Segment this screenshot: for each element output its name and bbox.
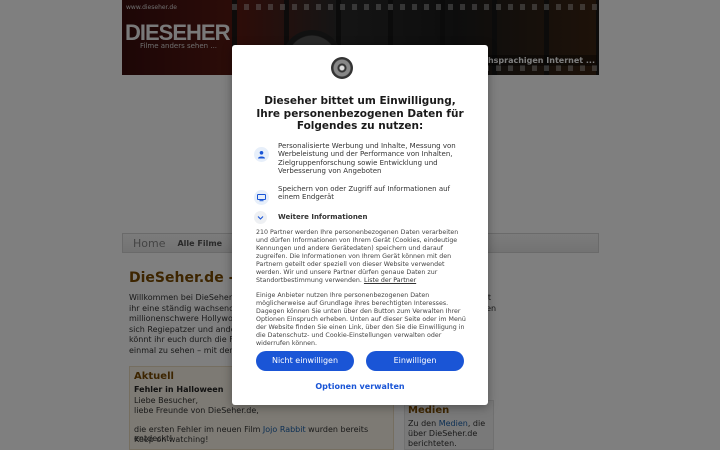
person-icon (254, 147, 269, 162)
accept-button[interactable]: Einwilligen (366, 351, 464, 371)
purpose-text: Speichern von oder Zugriff auf Informati… (278, 185, 451, 202)
more-info-toggle[interactable]: Weitere Informationen (254, 210, 468, 224)
more-info-label: Weitere Informationen (278, 213, 368, 221)
purpose-text: Personalisierte Werbung und Inhalte, Mes… (278, 142, 456, 176)
partner-info-body: 210 Partner werden Ihre personenbezogene… (256, 229, 459, 284)
consent-title: Dieseher bittet um Einwilligung, Ihre pe… (256, 95, 464, 132)
manage-options-link[interactable]: Optionen verwalten (232, 382, 488, 391)
reject-button[interactable]: Nicht einwilligen (256, 351, 354, 371)
chevron-down-icon (254, 211, 267, 224)
legitimate-interest-text: Einige Anbieter nutzen Ihre personenbezo… (256, 292, 466, 347)
device-icon (254, 190, 269, 205)
site-logo-icon (331, 57, 353, 79)
consent-dialog: Dieseher bittet um Einwilligung, Ihre pe… (232, 45, 488, 405)
partner-info-text: 210 Partner werden Ihre personenbezogene… (256, 229, 470, 285)
partner-list-link[interactable]: Liste der Partner (364, 277, 416, 284)
